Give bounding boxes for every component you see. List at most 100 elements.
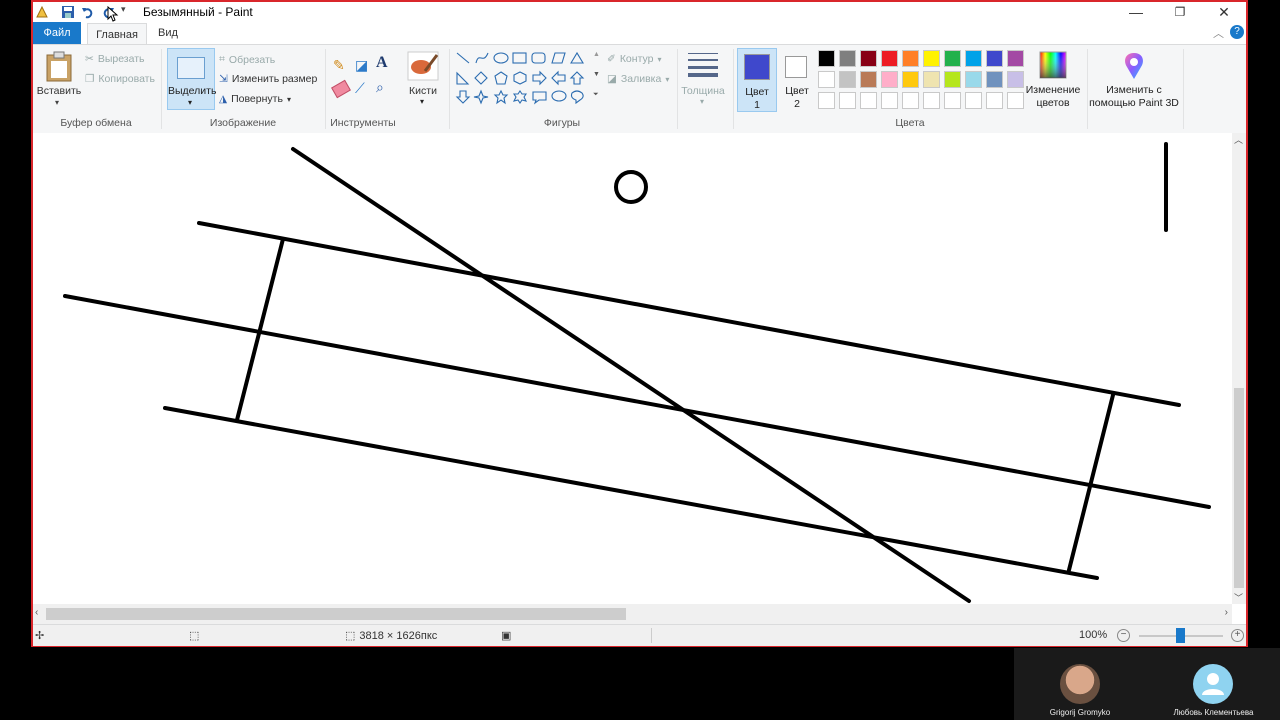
palette-color-swatch[interactable] <box>965 50 982 67</box>
text-tool-icon[interactable]: A <box>376 54 388 72</box>
shapes-expand-icon[interactable]: ⏷ <box>593 91 599 99</box>
edit-colors-icon[interactable] <box>1039 51 1067 79</box>
palette-custom-slot[interactable] <box>902 92 919 109</box>
color1-button[interactable]: Цвет 1 <box>737 48 777 112</box>
pencil-icon[interactable]: ✎ <box>333 57 345 74</box>
shapes-scroll-down-icon[interactable]: ▼ <box>593 71 600 78</box>
brushes-icon[interactable] <box>407 51 439 81</box>
drawing-canvas[interactable] <box>33 133 1232 604</box>
brushes-button[interactable]: Кисти <box>401 85 445 97</box>
color2-button[interactable]: Цвет 2 <box>779 48 815 110</box>
scroll-up-icon[interactable]: ︿ <box>1234 133 1243 146</box>
crop-button[interactable]: ⌗ Обрезать <box>219 53 275 66</box>
quick-access-dropdown-icon[interactable]: ▾ <box>121 4 135 18</box>
palette-custom-slot[interactable] <box>860 92 877 109</box>
horizontal-scroll-thumb[interactable] <box>46 608 626 620</box>
palette-custom-slot[interactable] <box>818 92 835 109</box>
palette-color-swatch[interactable] <box>818 50 835 67</box>
select-button[interactable]: Выделить ▾ <box>167 48 216 110</box>
scissors-icon: ✂ <box>85 53 94 65</box>
palette-color-swatch[interactable] <box>881 50 898 67</box>
horizontal-scrollbar[interactable]: ‹ › <box>33 604 1232 624</box>
paint3d-icon[interactable] <box>1121 51 1147 81</box>
undo-icon[interactable] <box>81 5 95 19</box>
size-button[interactable]: Толщина <box>677 85 729 97</box>
maximize-button[interactable]: ❐ <box>1158 2 1202 22</box>
title-bar: ▾ Безымянный - Paint — ❐ ✕ <box>33 2 1246 22</box>
palette-custom-slot[interactable] <box>839 92 856 109</box>
outline-button[interactable]: ✐ Контур ▾ <box>607 53 661 65</box>
size-dropdown-icon[interactable]: ▾ <box>700 97 704 106</box>
resize-button[interactable]: ⇲ Изменить размер <box>219 73 317 85</box>
image-size-icon: ⬚ <box>345 630 356 642</box>
palette-color-swatch[interactable] <box>923 71 940 88</box>
scroll-right-icon[interactable]: › <box>1225 607 1228 618</box>
help-icon[interactable]: ? <box>1230 25 1244 39</box>
palette-color-swatch[interactable] <box>986 71 1003 88</box>
color1-label-line1: Цвет <box>745 86 769 98</box>
outline-icon: ✐ <box>607 53 616 65</box>
palette-color-swatch[interactable] <box>944 71 961 88</box>
palette-color-swatch[interactable] <box>965 71 982 88</box>
palette-color-swatch[interactable] <box>881 71 898 88</box>
image-size: ⬚ 3818 × 1626пкс <box>345 629 438 643</box>
close-button[interactable]: ✕ <box>1202 2 1246 22</box>
participant-avatar-2[interactable] <box>1193 664 1233 704</box>
scroll-left-icon[interactable]: ‹ <box>35 607 38 618</box>
paste-dropdown-icon[interactable]: ▾ <box>55 98 59 107</box>
palette-custom-slot[interactable] <box>965 92 982 109</box>
color2-swatch <box>785 56 807 78</box>
palette-custom-slot[interactable] <box>944 92 961 109</box>
size-icon[interactable] <box>687 51 719 79</box>
participant-avatar-1[interactable] <box>1060 664 1100 704</box>
vertical-scrollbar[interactable]: ︿ ﹀ <box>1232 133 1246 604</box>
tab-home[interactable]: Главная <box>87 23 147 45</box>
copy-button[interactable]: ❐ Копировать <box>85 73 155 85</box>
eraser-icon[interactable] <box>331 79 351 99</box>
magnifier-icon[interactable]: ⌕ <box>376 79 384 96</box>
cut-button[interactable]: ✂ Вырезать <box>85 53 145 65</box>
palette-color-swatch[interactable] <box>818 71 835 88</box>
palette-color-swatch[interactable] <box>1007 50 1024 67</box>
group-label-colors: Цвета <box>895 117 925 129</box>
palette-color-swatch[interactable] <box>1007 71 1024 88</box>
tab-view[interactable]: Вид <box>151 22 185 44</box>
palette-color-swatch[interactable] <box>860 50 877 67</box>
palette-color-swatch[interactable] <box>860 71 877 88</box>
color-picker-icon[interactable]: ⟋ <box>355 80 365 97</box>
palette-color-swatch[interactable] <box>986 50 1003 67</box>
shapes-gallery[interactable] <box>455 51 593 109</box>
palette-custom-slot[interactable] <box>923 92 940 109</box>
fill-button[interactable]: ◪ Заливка ▾ <box>607 73 669 85</box>
paste-button[interactable]: Вставить <box>35 85 83 97</box>
shapes-scroll-up-icon[interactable]: ▲ <box>593 51 600 58</box>
palette-custom-slot[interactable] <box>1007 92 1024 109</box>
collapse-ribbon-icon[interactable]: ︿ <box>1213 25 1224 41</box>
tab-file[interactable]: Файл <box>33 22 81 44</box>
edit-with-paint3d-button[interactable]: Изменить с помощью Paint 3D <box>1089 84 1179 110</box>
scroll-down-icon[interactable]: ﹀ <box>1234 591 1243 604</box>
palette-color-swatch[interactable] <box>944 50 961 67</box>
zoom-slider-thumb[interactable] <box>1176 628 1185 643</box>
palette-color-swatch[interactable] <box>839 50 856 67</box>
palette-custom-slot[interactable] <box>881 92 898 109</box>
palette-color-swatch[interactable] <box>902 50 919 67</box>
image-size-label: 3818 × 1626пкс <box>359 629 438 642</box>
zoom-out-icon[interactable]: − <box>1117 629 1130 642</box>
save-icon[interactable] <box>61 5 75 19</box>
paste-icon[interactable] <box>45 51 73 83</box>
palette-color-swatch[interactable] <box>923 50 940 67</box>
rotate-button[interactable]: ◮ Повернуть ▾ <box>219 93 291 105</box>
edit-colors-button[interactable]: Изменение цветов <box>1023 84 1083 110</box>
palette-color-swatch[interactable] <box>902 71 919 88</box>
palette-custom-slot[interactable] <box>986 92 1003 109</box>
palette-color-swatch[interactable] <box>839 71 856 88</box>
selection-size-icon: ⬚ <box>189 630 200 642</box>
zoom-in-icon[interactable]: + <box>1231 629 1244 642</box>
group-label-shapes: Фигуры <box>543 117 581 129</box>
fill-bucket-icon[interactable]: ◪ <box>355 57 368 74</box>
vertical-scroll-thumb[interactable] <box>1234 388 1244 588</box>
brushes-dropdown-icon[interactable]: ▾ <box>420 97 424 106</box>
paint3d-label-line2: помощью Paint 3D <box>1089 97 1179 109</box>
minimize-button[interactable]: — <box>1114 2 1158 22</box>
